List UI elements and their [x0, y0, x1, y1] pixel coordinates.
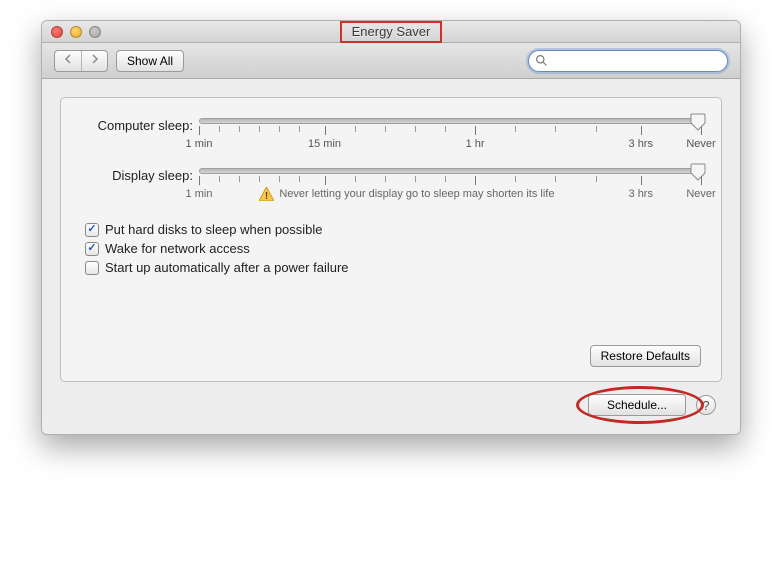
traffic-lights — [42, 26, 101, 38]
minimize-icon[interactable] — [70, 26, 82, 38]
checkbox-label: Put hard disks to sleep when possible — [105, 222, 323, 237]
nav-segmented — [54, 50, 108, 72]
slider-ticks — [199, 176, 701, 188]
slider-warning-row: 1 min ! Never letting your display go to… — [199, 188, 701, 204]
settings-panel: Computer sleep: — [60, 97, 722, 382]
back-button[interactable] — [55, 51, 81, 71]
svg-text:!: ! — [265, 191, 268, 201]
schedule-button[interactable]: Schedule... — [588, 394, 686, 416]
chevron-right-icon — [90, 54, 100, 64]
chevron-left-icon — [63, 54, 73, 64]
display-sleep-label: Display sleep: — [81, 168, 199, 183]
startup-power-checkbox[interactable]: Start up automatically after a power fai… — [85, 260, 701, 275]
slider-track — [199, 168, 701, 174]
checkbox-icon — [85, 261, 99, 275]
wake-network-checkbox[interactable]: Wake for network access — [85, 241, 701, 256]
zoom-icon[interactable] — [89, 26, 101, 38]
show-all-button[interactable]: Show All — [116, 50, 184, 72]
display-sleep-row: Display sleep: — [81, 168, 701, 204]
warning-icon: ! — [259, 187, 274, 204]
window-footer: Schedule... ? — [60, 382, 722, 420]
computer-sleep-slider[interactable]: 1 min 15 min 1 hr 3 hrs Never — [199, 118, 701, 152]
window-title: Energy Saver — [42, 21, 740, 43]
warning-text: Never letting your display go to sleep m… — [279, 188, 554, 200]
content: Computer sleep: — [42, 79, 740, 434]
computer-sleep-row: Computer sleep: — [81, 118, 701, 152]
titlebar: Energy Saver — [42, 21, 740, 43]
hdd-sleep-checkbox[interactable]: Put hard disks to sleep when possible — [85, 222, 701, 237]
search-input[interactable] — [528, 50, 728, 72]
checkbox-group: Put hard disks to sleep when possible Wa… — [85, 222, 701, 275]
slider-track — [199, 118, 701, 124]
checkbox-icon — [85, 242, 99, 256]
search-field[interactable] — [528, 50, 728, 72]
slider-ticks — [199, 126, 701, 138]
search-icon — [535, 54, 548, 67]
toolbar: Show All — [42, 43, 740, 79]
display-sleep-slider[interactable]: 1 min ! Never letting your display go to… — [199, 168, 701, 204]
close-icon[interactable] — [51, 26, 63, 38]
restore-defaults-button[interactable]: Restore Defaults — [590, 345, 701, 367]
computer-sleep-label: Computer sleep: — [81, 118, 199, 133]
slider-labels: 1 min 15 min 1 hr 3 hrs Never — [199, 138, 701, 152]
checkbox-label: Wake for network access — [105, 241, 250, 256]
window: Energy Saver Show All Computer sleep: — [41, 20, 741, 435]
help-button[interactable]: ? — [696, 395, 716, 415]
checkbox-label: Start up automatically after a power fai… — [105, 260, 349, 275]
forward-button[interactable] — [81, 51, 107, 71]
checkbox-icon — [85, 223, 99, 237]
